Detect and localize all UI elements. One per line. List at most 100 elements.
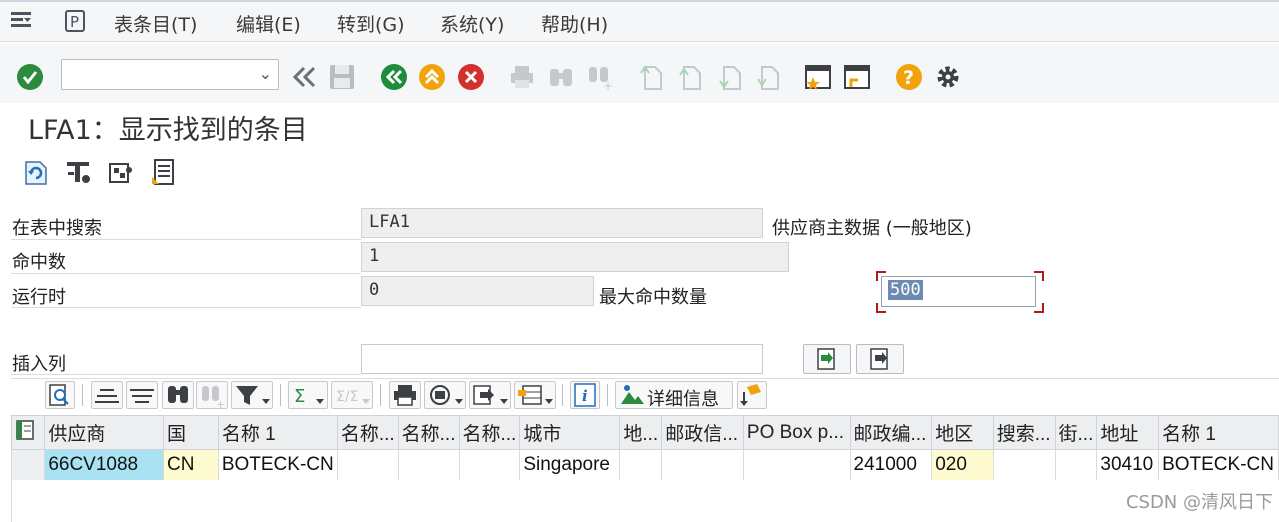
search-table-label: 在表中搜索: [12, 218, 102, 239]
table-cell[interactable]: [619, 449, 663, 481]
column-header[interactable]: 供应商: [44, 415, 164, 450]
details-grid-button[interactable]: [45, 381, 75, 409]
settings-icon[interactable]: [934, 63, 962, 91]
find-next-grid-button[interactable]: +: [196, 381, 228, 411]
column-header[interactable]: 名称...: [397, 415, 460, 450]
table-cell[interactable]: BOTECK-CN: [217, 449, 338, 481]
column-header[interactable]: PO Box p...: [742, 415, 851, 450]
menu-icon[interactable]: [10, 10, 32, 30]
table-cell[interactable]: 020: [931, 449, 994, 481]
column-header[interactable]: 邮政编...: [849, 415, 933, 450]
table-row[interactable]: 66CV1088 CN BOTECK-CN Singapore 241000 0…: [10, 449, 1279, 481]
menu-table-entry[interactable]: 表条目(T): [114, 10, 197, 37]
parking-icon[interactable]: P: [64, 10, 88, 32]
enter-icon[interactable]: [16, 63, 44, 91]
find-grid-button[interactable]: [162, 381, 194, 409]
filter-button[interactable]: [231, 381, 273, 409]
table-cell[interactable]: [992, 449, 1056, 481]
search-table-field: LFA1: [361, 208, 763, 238]
table-cell[interactable]: [336, 449, 399, 481]
focus-corner: [1034, 271, 1044, 281]
table-cell[interactable]: Singapore: [519, 449, 621, 481]
binoculars-plus-icon: +: [202, 386, 225, 411]
prev-page-icon[interactable]: [676, 63, 704, 91]
info-button[interactable]: i: [570, 381, 600, 409]
menu-help[interactable]: 帮助(H): [541, 10, 608, 37]
table-cell[interactable]: BOTECK-CN: [1158, 449, 1279, 481]
chevron-down-icon[interactable]: ⌄: [259, 64, 272, 83]
row-selector[interactable]: [10, 449, 46, 481]
magnifier-icon: [49, 384, 69, 406]
document-icon[interactable]: [150, 158, 178, 186]
column-header[interactable]: 名称...: [336, 415, 399, 450]
max-hits-label: 最大命中数量: [599, 287, 707, 308]
table-cell[interactable]: CN: [162, 449, 219, 481]
insert-left-button[interactable]: [803, 344, 851, 374]
create-session-icon[interactable]: [804, 63, 832, 91]
view-icon: [430, 385, 463, 405]
table-cell[interactable]: [661, 449, 744, 481]
sort-asc-button[interactable]: [91, 381, 123, 409]
select-all-cell[interactable]: [10, 415, 46, 450]
back-icon[interactable]: [380, 63, 408, 91]
save-icon[interactable]: [328, 63, 356, 91]
help-icon[interactable]: ?: [895, 63, 923, 91]
column-header[interactable]: 街...: [1054, 415, 1098, 450]
subtotal-button[interactable]: Σ/Σ: [331, 381, 373, 409]
find-icon[interactable]: [547, 63, 575, 91]
results-table: 供应商 国 名称 1 名称... 名称... 名称... 城市 地... 邮政信…: [10, 415, 1279, 481]
table-cell[interactable]: [742, 449, 851, 481]
focus-corner: [876, 271, 886, 281]
next-page-icon[interactable]: [716, 63, 744, 91]
back-double-icon[interactable]: [290, 63, 318, 91]
shortcut-icon[interactable]: [843, 63, 871, 91]
detail-info-button[interactable]: 详细信息: [615, 381, 733, 410]
settings-display-icon[interactable]: [64, 158, 92, 186]
insert-left-icon: [817, 348, 835, 370]
menu-edit[interactable]: 编辑(E): [236, 10, 301, 37]
exit-icon[interactable]: [418, 63, 446, 91]
last-page-icon[interactable]: [754, 63, 782, 91]
table-cell[interactable]: 241000: [849, 449, 933, 481]
search-table-desc: 供应商主数据 (一般地区): [772, 218, 972, 239]
max-hits-input[interactable]: 500: [881, 276, 1036, 307]
sum-button[interactable]: Σ: [288, 381, 328, 409]
find-next-icon[interactable]: +: [586, 63, 614, 93]
insert-right-icon: [870, 348, 888, 370]
menu-system[interactable]: 系统(Y): [440, 10, 504, 37]
mountain-icon: [621, 385, 644, 404]
sort-descending-icon: [130, 389, 154, 403]
cancel-icon[interactable]: [457, 63, 485, 91]
first-page-icon[interactable]: [637, 63, 665, 91]
sort-extra-button[interactable]: [737, 381, 767, 409]
column-header[interactable]: 名称 1: [1158, 415, 1279, 450]
view-button[interactable]: [424, 381, 466, 409]
command-field[interactable]: ⌄: [61, 59, 279, 90]
column-header[interactable]: 国: [162, 415, 219, 450]
table-cell[interactable]: 66CV1088: [44, 449, 164, 481]
column-header[interactable]: 搜索...: [992, 415, 1056, 450]
layout-button[interactable]: [514, 381, 556, 409]
table-cell[interactable]: [458, 449, 521, 481]
print-icon[interactable]: [508, 63, 536, 91]
column-header[interactable]: 地区: [931, 415, 994, 450]
table-cell[interactable]: 30410: [1096, 449, 1160, 481]
table-cell[interactable]: [1054, 449, 1098, 481]
column-header[interactable]: 名称 1: [217, 415, 338, 450]
column-header[interactable]: 名称...: [458, 415, 521, 450]
menu-goto[interactable]: 转到(G): [337, 10, 405, 37]
export-button[interactable]: [469, 381, 511, 409]
column-header[interactable]: 地址: [1096, 415, 1160, 450]
puzzle-icon[interactable]: [106, 158, 134, 186]
insert-right-button[interactable]: [856, 344, 904, 374]
column-header[interactable]: 城市: [519, 415, 621, 450]
sort-arrow-icon: [740, 384, 761, 406]
insert-col-input[interactable]: [361, 344, 763, 374]
refresh-icon[interactable]: [22, 158, 50, 186]
print-grid-button[interactable]: [389, 381, 421, 409]
column-header[interactable]: 地...: [619, 415, 663, 450]
hits-label: 命中数: [12, 252, 66, 273]
sort-desc-button[interactable]: [126, 381, 158, 409]
column-header[interactable]: 邮政信...: [661, 415, 744, 450]
table-cell[interactable]: [397, 449, 460, 481]
